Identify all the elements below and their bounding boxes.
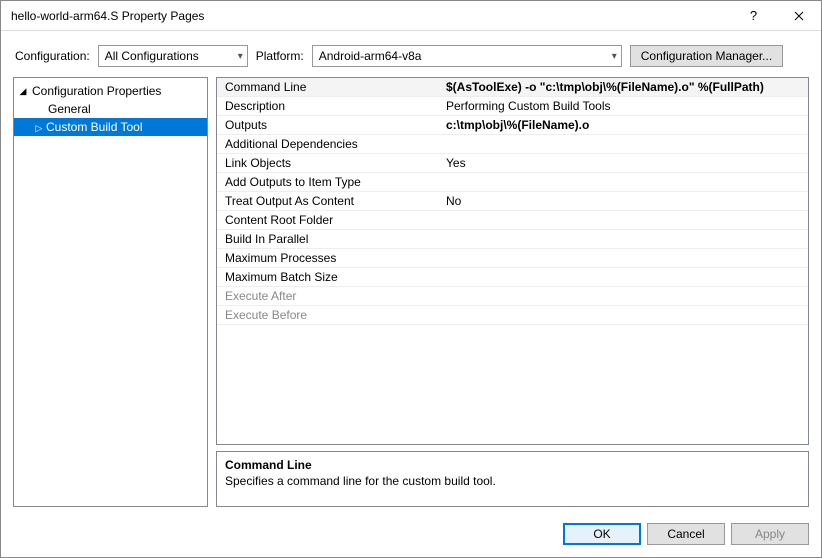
tree-item-label: Custom Build Tool [46, 120, 143, 134]
config-row: Configuration: All Configurations ▾ Plat… [1, 31, 821, 77]
ok-button[interactable]: OK [563, 523, 641, 545]
configuration-manager-button[interactable]: Configuration Manager... [630, 45, 783, 67]
property-value[interactable] [442, 295, 808, 297]
property-row[interactable]: Build In Parallel [217, 230, 808, 249]
property-label: Add Outputs to Item Type [217, 174, 442, 190]
tree-item-label: General [48, 102, 91, 116]
property-grid[interactable]: Command Line$(AsToolExe) -o "c:\tmp\obj\… [216, 77, 809, 445]
configuration-select[interactable]: All Configurations ▾ [98, 45, 248, 67]
tree-root-label: Configuration Properties [32, 84, 161, 98]
property-value[interactable] [442, 276, 808, 278]
property-value[interactable] [442, 314, 808, 316]
chevron-right-icon: ▷ [34, 123, 44, 134]
property-row[interactable]: Add Outputs to Item Type [217, 173, 808, 192]
cancel-button[interactable]: Cancel [647, 523, 725, 545]
property-row[interactable]: Additional Dependencies [217, 135, 808, 154]
close-icon [794, 11, 804, 21]
property-row[interactable]: Execute Before [217, 306, 808, 325]
nav-tree[interactable]: ◢ Configuration Properties General ▷Custo… [13, 77, 208, 507]
property-row[interactable]: Treat Output As ContentNo [217, 192, 808, 211]
property-value[interactable] [442, 219, 808, 221]
description-text: Specifies a command line for the custom … [225, 474, 800, 488]
titlebar: hello-world-arm64.S Property Pages ? [1, 1, 821, 31]
property-label: Description [217, 98, 442, 114]
property-value[interactable] [442, 181, 808, 183]
help-button[interactable]: ? [731, 1, 776, 31]
property-label: Additional Dependencies [217, 136, 442, 152]
tree-item-custom-build-tool[interactable]: ▷Custom Build Tool [14, 118, 207, 136]
collapse-icon: ◢ [18, 86, 28, 97]
chevron-down-icon: ▾ [612, 51, 617, 62]
property-label: Treat Output As Content [217, 193, 442, 209]
property-value[interactable] [442, 238, 808, 240]
property-value[interactable]: Performing Custom Build Tools [442, 98, 808, 114]
configuration-value: All Configurations [105, 49, 199, 63]
property-row[interactable]: Outputsc:\tmp\obj\%(FileName).o [217, 116, 808, 135]
main-area: ◢ Configuration Properties General ▷Custo… [1, 77, 821, 515]
property-label: Link Objects [217, 155, 442, 171]
property-label: Build In Parallel [217, 231, 442, 247]
tree-item-general[interactable]: General [14, 100, 207, 118]
platform-value: Android-arm64-v8a [319, 49, 422, 63]
property-row[interactable]: Command Line$(AsToolExe) -o "c:\tmp\obj\… [217, 78, 808, 97]
property-row[interactable]: Maximum Batch Size [217, 268, 808, 287]
right-pane: Command Line$(AsToolExe) -o "c:\tmp\obj\… [216, 77, 809, 507]
close-button[interactable] [776, 1, 821, 31]
property-row[interactable]: Content Root Folder [217, 211, 808, 230]
property-value[interactable]: c:\tmp\obj\%(FileName).o [442, 117, 808, 133]
property-value[interactable]: $(AsToolExe) -o "c:\tmp\obj\%(FileName).… [442, 79, 808, 95]
tree-root[interactable]: ◢ Configuration Properties [14, 82, 207, 100]
description-panel: Command Line Specifies a command line fo… [216, 451, 809, 507]
configuration-label: Configuration: [15, 49, 90, 63]
property-value[interactable]: No [442, 193, 808, 209]
property-label: Maximum Processes [217, 250, 442, 266]
property-label: Execute After [217, 288, 442, 304]
property-row[interactable]: Link ObjectsYes [217, 154, 808, 173]
property-row[interactable]: Maximum Processes [217, 249, 808, 268]
property-label: Maximum Batch Size [217, 269, 442, 285]
property-value[interactable]: Yes [442, 155, 808, 171]
platform-label: Platform: [256, 49, 304, 63]
property-row[interactable]: DescriptionPerforming Custom Build Tools [217, 97, 808, 116]
property-value[interactable] [442, 257, 808, 259]
property-value[interactable] [442, 143, 808, 145]
property-label: Command Line [217, 79, 442, 95]
property-label: Outputs [217, 117, 442, 133]
chevron-down-icon: ▾ [238, 51, 243, 62]
footer: OK Cancel Apply [1, 515, 821, 557]
apply-button: Apply [731, 523, 809, 545]
property-row[interactable]: Execute After [217, 287, 808, 306]
window-title: hello-world-arm64.S Property Pages [11, 9, 731, 23]
property-label: Content Root Folder [217, 212, 442, 228]
platform-select[interactable]: Android-arm64-v8a ▾ [312, 45, 622, 67]
description-title: Command Line [225, 458, 800, 472]
property-label: Execute Before [217, 307, 442, 323]
